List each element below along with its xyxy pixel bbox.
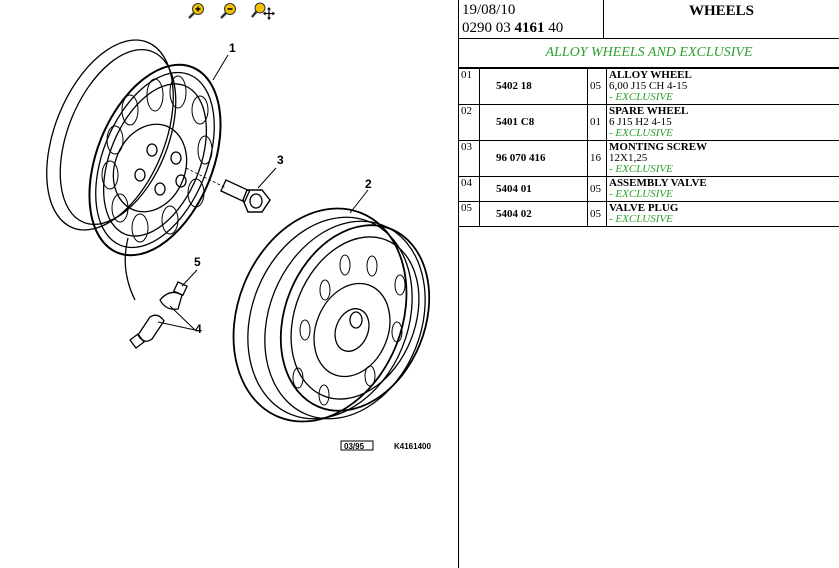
page-subtitle: ALLOY WHEELS AND EXCLUSIVE [459, 38, 839, 68]
diagram-ref-code: K4161400 [394, 442, 431, 451]
part-description: VALVE PLUG - EXCLUSIVE [606, 201, 839, 227]
part-number[interactable]: 96 070 416 [479, 140, 588, 177]
page-title: WHEELS [603, 0, 839, 39]
item-number: 01 [459, 68, 480, 105]
part-description: SPARE WHEEL 6 J15 H2 4-15- EXCLUSIVE [606, 104, 839, 141]
item-number: 03 [459, 140, 480, 177]
table-row[interactable]: 01 5402 18 05 ALLOY WHEEL 6,00 J15 CH 4-15- … [459, 68, 839, 105]
quantity: 05 [587, 201, 607, 227]
header-date: 19/08/10 [462, 2, 516, 18]
table-row[interactable]: 05 5404 02 05 VALVE PLUG - EXCLUSIVE [459, 201, 839, 227]
part-description: MONTING SCREW 12X1,25- EXCLUSIVE [606, 140, 839, 177]
part-number[interactable]: 5404 02 [479, 201, 588, 227]
mounting-screw-drawing [185, 167, 277, 213]
part-option: - EXCLUSIVE [609, 91, 673, 103]
zoom-pan-icon[interactable] [250, 2, 276, 20]
item-number: 05 [459, 201, 480, 227]
callout-4: 4 [195, 322, 202, 336]
callout-2: 2 [365, 177, 372, 191]
part-description: ALLOY WHEEL 6,00 J15 CH 4-15- EXCLUSIVE [606, 68, 839, 105]
table-row[interactable]: 04 5404 01 05 ASSEMBLY VALVE - EXCLUSIVE [459, 176, 839, 202]
quantity: 05 [587, 68, 607, 105]
table-row[interactable]: 03 96 070 416 16 MONTING SCREW 12X1,25- EXCL… [459, 140, 839, 177]
callout-1: 1 [229, 41, 236, 55]
quantity: 16 [587, 140, 607, 177]
diagram-date-code: 03/95 [344, 442, 365, 451]
valve-drawing [129, 269, 198, 349]
zoom-out-icon[interactable] [218, 2, 240, 20]
part-description: ASSEMBLY VALVE - EXCLUSIVE [606, 176, 839, 202]
part-number[interactable]: 5402 18 [479, 68, 588, 105]
header-ref: 0290 03 4161 40 [462, 20, 564, 36]
quantity: 05 [587, 176, 607, 202]
zoom-toolbar [186, 2, 276, 22]
part-option: - EXCLUSIVE [609, 163, 673, 175]
callout-5: 5 [194, 255, 201, 269]
quantity: 01 [587, 104, 607, 141]
parts-header: 19/08/10 0290 03 4161 40 WHEELS ALLOY WH… [459, 0, 839, 68]
part-number[interactable]: 5401 C8 [479, 104, 588, 141]
callout-3: 3 [277, 153, 284, 167]
part-option: - EXCLUSIVE [609, 213, 673, 225]
part-option: - EXCLUSIVE [609, 188, 673, 200]
spare-wheel-drawing [232, 189, 431, 423]
exploded-diagram: 1 2 3 4 5 03/95 K4161400 [46, 39, 431, 451]
parts-table: 01 5402 18 05 ALLOY WHEEL 6,00 J15 CH 4-15- … [459, 68, 839, 227]
diagram-pane: 1 2 3 4 5 03/95 K4161400 [0, 0, 458, 568]
item-number: 04 [459, 176, 480, 202]
table-row[interactable]: 02 5401 C8 01 SPARE WHEEL 6 J15 H2 4-15- EXC… [459, 104, 839, 141]
parts-pane: 19/08/10 0290 03 4161 40 WHEELS ALLOY WH… [459, 0, 839, 568]
item-number: 02 [459, 104, 480, 141]
header-meta: 19/08/10 0290 03 4161 40 [459, 0, 604, 39]
part-option: - EXCLUSIVE [609, 127, 673, 139]
part-number[interactable]: 5404 01 [479, 176, 588, 202]
alloy-wheel-drawing [46, 39, 222, 301]
zoom-in-icon[interactable] [186, 2, 208, 20]
